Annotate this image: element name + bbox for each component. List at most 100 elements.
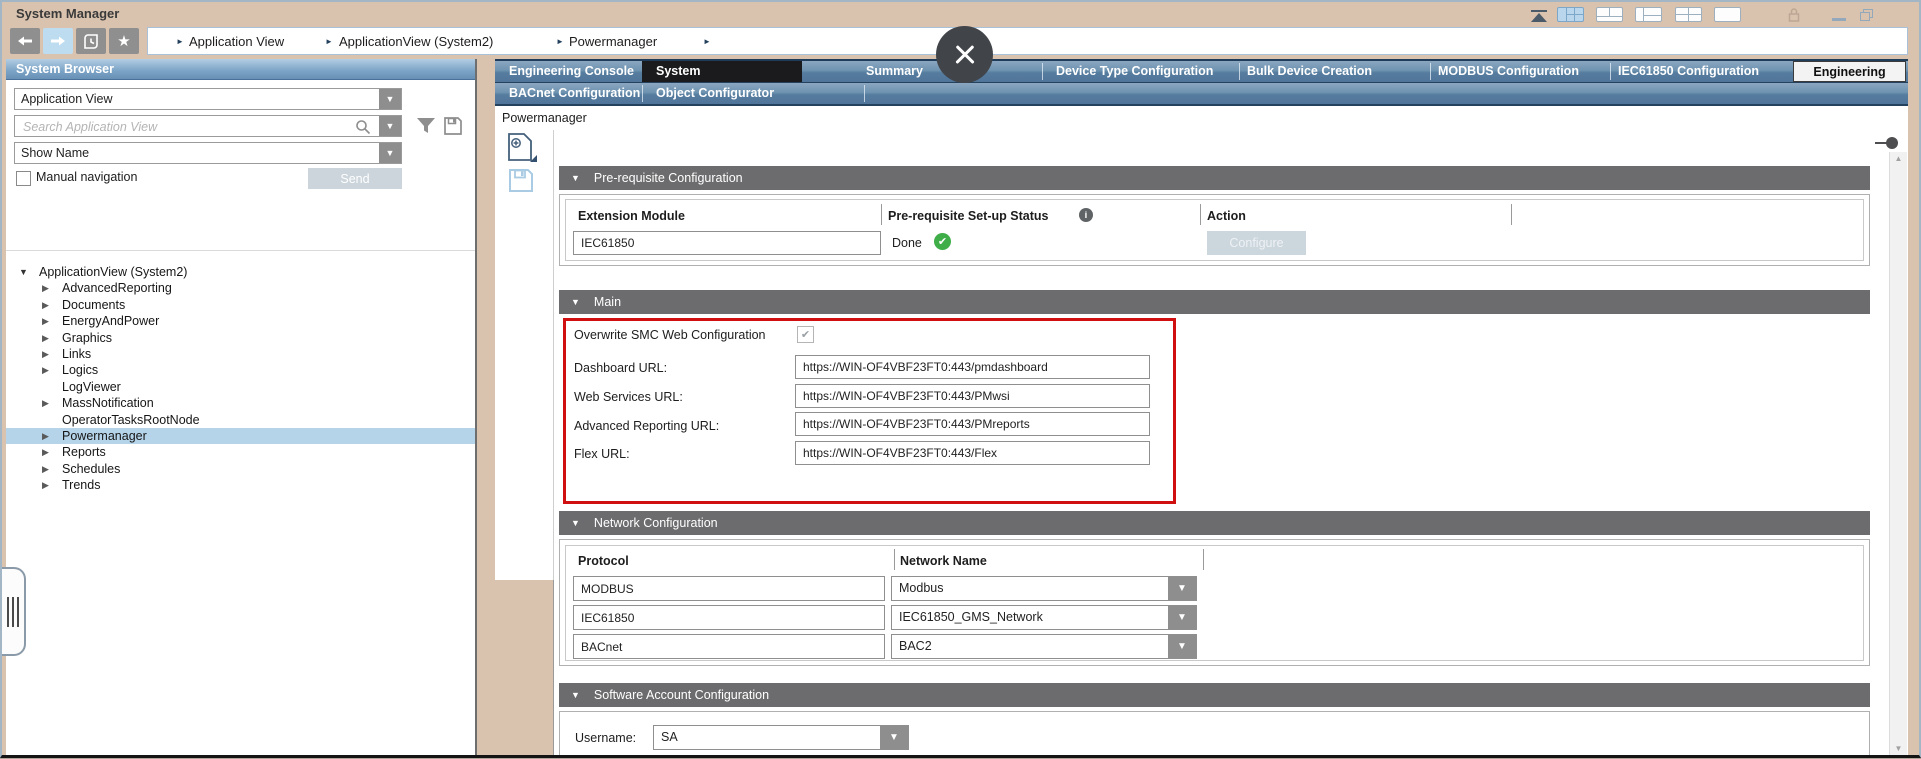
tab-bulk-device-creation[interactable]: Bulk Device Creation (1247, 61, 1372, 82)
section-header-software-account[interactable]: ▼ Software Account Configuration (559, 683, 1870, 707)
section-collapse-icon[interactable]: ▼ (571, 518, 580, 528)
network-name-dropdown-bacnet[interactable]: BAC2 ▼ (891, 634, 1197, 659)
layout-left-pane-button[interactable] (1635, 7, 1662, 22)
section-collapse-icon[interactable]: ▼ (571, 297, 580, 307)
system-browser-panel: System Browser Application View ▼ ▼ Show… (6, 59, 477, 755)
layout-bottom-bar-button[interactable] (1596, 7, 1623, 22)
layout-grid-button[interactable] (1557, 7, 1584, 22)
section-collapse-icon[interactable]: ▼ (571, 690, 580, 700)
layout-split-button[interactable] (1675, 7, 1702, 22)
search-box[interactable]: ▼ (14, 115, 402, 137)
search-input[interactable] (21, 116, 335, 138)
chevron-down-icon[interactable]: ▼ (379, 143, 401, 163)
chevron-expanded-icon[interactable]: ▼ (19, 267, 28, 277)
send-button[interactable]: Send (308, 168, 402, 189)
section-header-prerequisite[interactable]: ▼ Pre-requisite Configuration (559, 166, 1870, 190)
engineering-mode-button[interactable]: Engineering (1793, 61, 1906, 82)
column-header-status: Pre-requisite Set-up Status (888, 209, 1048, 223)
chevron-collapsed-icon[interactable]: ▶ (42, 480, 49, 491)
sidebar-tree-item-advancedreporting[interactable]: ▶ AdvancedReporting (6, 280, 475, 296)
chevron-down-icon[interactable]: ▼ (1168, 635, 1196, 658)
section-collapse-icon[interactable]: ▼ (571, 173, 580, 183)
close-overlay-button[interactable] (936, 26, 993, 83)
sidebar-tree-item-operatortasksrootnode[interactable]: OperatorTasksRootNode (6, 412, 475, 428)
view-selector-dropdown[interactable]: Application View ▼ (14, 88, 402, 110)
restore-button[interactable] (1860, 9, 1874, 21)
chevron-collapsed-icon[interactable]: ▶ (42, 365, 49, 376)
tab-iec61850-configuration[interactable]: IEC61850 Configuration (1618, 61, 1759, 82)
configure-button[interactable]: Configure (1207, 231, 1306, 255)
tab-system[interactable]: System (642, 61, 802, 82)
sidebar-tree-item-trends[interactable]: ▶ Trends (6, 477, 475, 493)
chevron-down-icon[interactable]: ▼ (1168, 606, 1196, 629)
manual-navigation-checkbox[interactable] (16, 171, 31, 186)
protocol-input-bacnet[interactable] (573, 634, 885, 659)
sidebar-tree-item-reports[interactable]: ▶ Reports (6, 444, 475, 460)
chevron-collapsed-icon[interactable]: ▶ (42, 447, 49, 458)
divider (894, 549, 895, 570)
chevron-collapsed-icon[interactable]: ▶ (42, 333, 49, 344)
tab-summary[interactable]: Summary (866, 61, 923, 82)
section-header-main[interactable]: ▼ Main (559, 290, 1870, 314)
panel-collapse-handle[interactable] (2, 567, 26, 656)
tab-device-type-configuration[interactable]: Device Type Configuration (1056, 61, 1213, 82)
protocol-input-iec61850[interactable] (573, 605, 885, 630)
minimize-button[interactable] (1832, 18, 1846, 21)
chevron-down-icon[interactable]: ▼ (880, 726, 908, 749)
sidebar-tree-item-graphics[interactable]: ▶ Graphics (6, 330, 475, 346)
breadcrumb-item-applicationview-system2[interactable]: ApplicationView (System2) (339, 34, 493, 49)
chevron-collapsed-icon[interactable]: ▶ (42, 349, 49, 360)
info-icon[interactable]: i (1079, 208, 1093, 222)
layout-single-pane-button[interactable] (1714, 7, 1741, 22)
scroll-up-icon[interactable]: ▲ (1890, 154, 1907, 163)
sidebar-tree-item-massnotification[interactable]: ▶ MassNotification (6, 395, 475, 411)
save-icon-disabled[interactable] (508, 168, 534, 193)
breadcrumb-item-powermanager[interactable]: Powermanager (569, 34, 657, 49)
sidebar-tree-root[interactable]: ▼ ApplicationView (System2) (6, 264, 475, 280)
system-browser-title: System Browser (16, 62, 114, 76)
favorites-button[interactable]: ★ (109, 28, 139, 54)
chevron-collapsed-icon[interactable]: ▶ (42, 431, 49, 442)
chevron-collapsed-icon[interactable]: ▶ (42, 398, 49, 409)
history-button[interactable] (76, 28, 106, 54)
breadcrumb-item-application-view[interactable]: Application View (189, 34, 284, 49)
network-name-dropdown-modbus[interactable]: Modbus ▼ (891, 576, 1197, 601)
chevron-down-icon[interactable]: ▼ (379, 89, 401, 109)
tab-bacnet-configuration[interactable]: BACnet Configuration (509, 83, 640, 104)
sidebar-tree-item-logics[interactable]: ▶ Logics (6, 362, 475, 378)
divider (1200, 204, 1201, 225)
import-file-icon[interactable] (506, 133, 538, 163)
section-header-network[interactable]: ▼ Network Configuration (559, 511, 1870, 535)
save-search-icon[interactable] (443, 116, 463, 136)
chevron-collapsed-icon[interactable]: ▶ (42, 300, 49, 311)
scroll-down-icon[interactable]: ▼ (1890, 744, 1907, 753)
account-section-box: Username: SA ▼ (559, 711, 1870, 757)
sidebar-tree-item-energyandpower[interactable]: ▶ EnergyAndPower (6, 313, 475, 329)
chevron-down-icon[interactable]: ▼ (379, 116, 401, 136)
collapse-panel-icon[interactable] (1531, 10, 1547, 22)
extension-module-input[interactable] (573, 231, 881, 255)
sidebar-tree-item-powermanager[interactable]: ▶ Powermanager (6, 428, 475, 444)
chevron-down-icon[interactable]: ▼ (1168, 577, 1196, 600)
chevron-collapsed-icon[interactable]: ▶ (42, 316, 49, 327)
sidebar-tree-item-links[interactable]: ▶ Links (6, 346, 475, 362)
filter-icon[interactable] (416, 117, 436, 135)
tab-modbus-configuration[interactable]: MODBUS Configuration (1438, 61, 1579, 82)
back-button[interactable] (10, 28, 40, 54)
tab-engineering-console[interactable]: Engineering Console (509, 61, 634, 82)
forward-button[interactable] (43, 28, 73, 54)
pin-icon[interactable] (1886, 137, 1898, 149)
sidebar-tree-item-schedules[interactable]: ▶ Schedules (6, 461, 475, 477)
sidebar-tree-item-documents[interactable]: ▶ Documents (6, 297, 475, 313)
vertical-scrollbar[interactable]: ▲ ▼ (1889, 152, 1907, 755)
username-dropdown[interactable]: SA ▼ (653, 725, 909, 750)
tab-object-configurator[interactable]: Object Configurator (656, 83, 774, 104)
search-icon[interactable] (355, 119, 371, 135)
sidebar-tree-item-logviewer[interactable]: LogViewer (6, 379, 475, 395)
chevron-collapsed-icon[interactable]: ▶ (42, 464, 49, 475)
lock-icon (1788, 8, 1800, 22)
protocol-input-modbus[interactable] (573, 576, 885, 601)
display-mode-dropdown[interactable]: Show Name ▼ (14, 142, 402, 164)
network-name-dropdown-iec61850[interactable]: IEC61850_GMS_Network ▼ (891, 605, 1197, 630)
chevron-collapsed-icon[interactable]: ▶ (42, 283, 49, 294)
